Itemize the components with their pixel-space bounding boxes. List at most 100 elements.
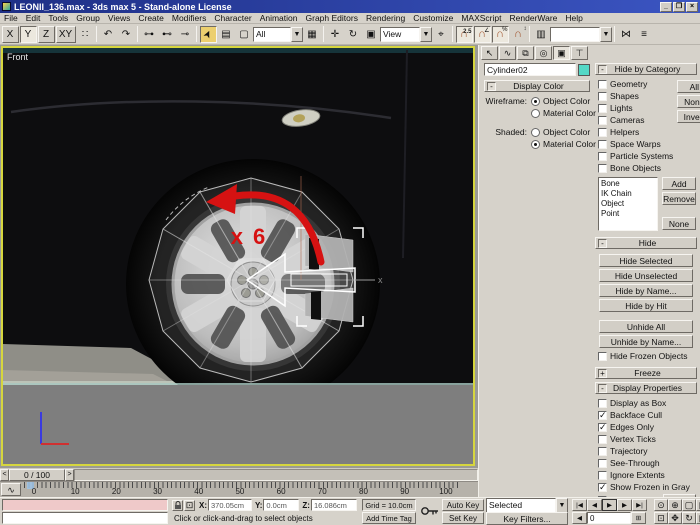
angle-snap-icon[interactable]: ∩ ∠ (473, 25, 491, 43)
menu-renderware[interactable]: RenderWare (506, 13, 562, 24)
current-frame-field[interactable]: 0 (587, 512, 631, 524)
dropdown-arrow-icon[interactable]: ▼ (600, 26, 612, 42)
menu-maxscript[interactable]: MAXScript (457, 13, 505, 24)
previous-frame-icon[interactable]: ◀ (587, 499, 602, 511)
play-icon[interactable]: ▶ (602, 499, 617, 511)
y-coord-field[interactable]: 0.0cm (263, 499, 300, 511)
menu-edit[interactable]: Edit (22, 13, 45, 24)
selection-filter-dropdown[interactable]: All ▼ (253, 26, 303, 42)
restrict-z-button[interactable]: Z (37, 25, 55, 43)
tab-create-icon[interactable]: ↖ (481, 46, 498, 60)
tab-modify-icon[interactable]: ∿ (499, 46, 516, 60)
menu-character[interactable]: Character (210, 13, 255, 24)
named-selection-sets-icon[interactable]: ▥ (533, 26, 550, 43)
checkbox-lights[interactable] (598, 103, 607, 113)
checkbox-geometry[interactable] (598, 79, 607, 89)
unlink-selection-icon[interactable]: ⊷ (159, 26, 176, 43)
dropdown-arrow-icon[interactable]: ▼ (420, 26, 432, 42)
display-color-header[interactable]: - Display Color (484, 80, 590, 92)
select-and-rotate-icon[interactable]: ↻ (345, 26, 362, 43)
collapse-icon[interactable]: - (487, 81, 496, 91)
shaded-material-color-radio[interactable] (531, 139, 540, 149)
go-to-end-icon[interactable]: ▶| (632, 499, 647, 511)
collapse-icon[interactable]: - (598, 64, 607, 74)
list-item[interactable]: Point (601, 209, 655, 219)
menu-help[interactable]: Help (561, 13, 586, 24)
hide-by-name-button[interactable]: Hide by Name... (599, 284, 693, 297)
zoom-extents-icon[interactable]: ▢ (682, 499, 696, 511)
menu-animation[interactable]: Animation (256, 13, 302, 24)
align-icon[interactable]: ≡ (636, 26, 653, 43)
previous-frame-arrow[interactable]: < (0, 468, 9, 481)
unhide-by-name-button[interactable]: Unhide by Name... (599, 335, 693, 348)
track-bar[interactable]: ∿ 0 10 20 30 40 50 60 70 80 90 100 (0, 481, 478, 497)
hide-header[interactable]: - Hide (595, 237, 697, 249)
display-properties-header[interactable]: - Display Properties (595, 382, 697, 394)
wireframe-object-color-radio[interactable] (531, 96, 540, 106)
go-to-start-icon[interactable]: |◀ (572, 499, 587, 511)
bind-to-space-warp-icon[interactable]: ⊸ (177, 26, 194, 43)
checkbox-helpers[interactable] (598, 127, 607, 137)
menu-customize[interactable]: Customize (409, 13, 457, 24)
menu-tools[interactable]: Tools (44, 13, 72, 24)
set-keys-key-icon[interactable] (420, 505, 440, 519)
selection-lock-icon[interactable] (172, 499, 183, 511)
auto-key-button[interactable]: Auto Key (442, 499, 484, 511)
menu-file[interactable]: File (0, 13, 22, 24)
checkbox-edges-only[interactable] (598, 422, 607, 433)
shaded-object-color-radio[interactable] (531, 127, 540, 137)
tab-utilities-icon[interactable]: ⊤ (571, 46, 588, 60)
select-by-name-icon[interactable]: ▤ (218, 26, 235, 43)
key-filters-button[interactable]: Key Filters... (486, 511, 568, 525)
maximize-button[interactable]: ❒ (673, 1, 685, 12)
restrict-y-button[interactable]: Y (19, 25, 37, 43)
tab-display-icon[interactable]: ▣ (553, 46, 570, 60)
list-item[interactable]: IK Chain Object (601, 189, 655, 209)
add-button[interactable]: Add (662, 177, 696, 190)
checkbox-vertex-ticks[interactable] (598, 434, 607, 444)
remove-button[interactable]: Remove (662, 192, 696, 205)
menu-views[interactable]: Views (104, 13, 135, 24)
time-configuration-icon[interactable]: ⊞ (631, 512, 646, 524)
pan-icon[interactable]: ✥ (668, 512, 682, 524)
dropdown-arrow-icon[interactable]: ▼ (291, 26, 303, 42)
front-viewport[interactable]: x x 6 Front (1, 46, 475, 466)
select-and-scale-icon[interactable]: ▣ (363, 26, 380, 43)
dropdown-arrow-icon[interactable]: ▼ (556, 497, 568, 513)
invert-button[interactable]: Invert (677, 110, 700, 123)
collapse-icon[interactable]: - (598, 238, 607, 248)
all-button[interactable]: All (677, 80, 700, 93)
named-selection-dropdown[interactable]: ▼ (550, 26, 612, 42)
select-and-move-icon[interactable]: ✛ (327, 26, 344, 43)
redo-icon[interactable]: ↷ (118, 26, 135, 43)
object-name-field[interactable]: Cylinder02 (484, 63, 576, 76)
expand-icon[interactable]: + (598, 368, 607, 378)
restrict-xy-plane-button[interactable]: XY (55, 25, 76, 43)
key-mode-toggle-icon[interactable]: ◀ (572, 512, 587, 524)
select-object-icon[interactable]: ➤ (199, 25, 217, 43)
list-item[interactable]: Bone (601, 179, 655, 189)
hide-unselected-button[interactable]: Hide Unselected (599, 269, 693, 282)
checkbox-space-warps[interactable] (598, 139, 607, 149)
snap-toggle-icon[interactable]: ∩ 2.5 (455, 25, 473, 43)
min-max-toggle-icon[interactable]: ◱ (696, 512, 700, 524)
maxscript-mini-listener[interactable] (2, 499, 168, 511)
undo-icon[interactable]: ↶ (100, 26, 117, 43)
collapse-icon[interactable]: - (598, 383, 607, 393)
key-selection-dropdown[interactable]: Selected ▼ (486, 497, 568, 513)
restrict-x-button[interactable]: X (1, 25, 19, 43)
hide-selected-button[interactable]: Hide Selected (599, 254, 693, 267)
close-button[interactable]: × (686, 1, 698, 12)
region-zoom-icon[interactable]: ⊡ (654, 512, 668, 524)
checkbox-cameras[interactable] (598, 115, 607, 125)
window-crossing-icon[interactable]: ▦ (304, 26, 321, 43)
menu-graph-editors[interactable]: Graph Editors (302, 13, 362, 24)
tab-hierarchy-icon[interactable]: ⧉ (517, 46, 534, 60)
menu-modifiers[interactable]: Modifiers (168, 13, 210, 24)
select-and-link-icon[interactable]: ⊶ (141, 26, 158, 43)
menu-group[interactable]: Group (72, 13, 104, 24)
spinner-snap-icon[interactable]: ∩ ↕ (510, 26, 526, 43)
zoom-icon[interactable]: ⊙ (654, 499, 668, 511)
checkbox-shapes[interactable] (598, 91, 607, 101)
hide-by-category-header[interactable]: - Hide by Category (595, 63, 697, 75)
